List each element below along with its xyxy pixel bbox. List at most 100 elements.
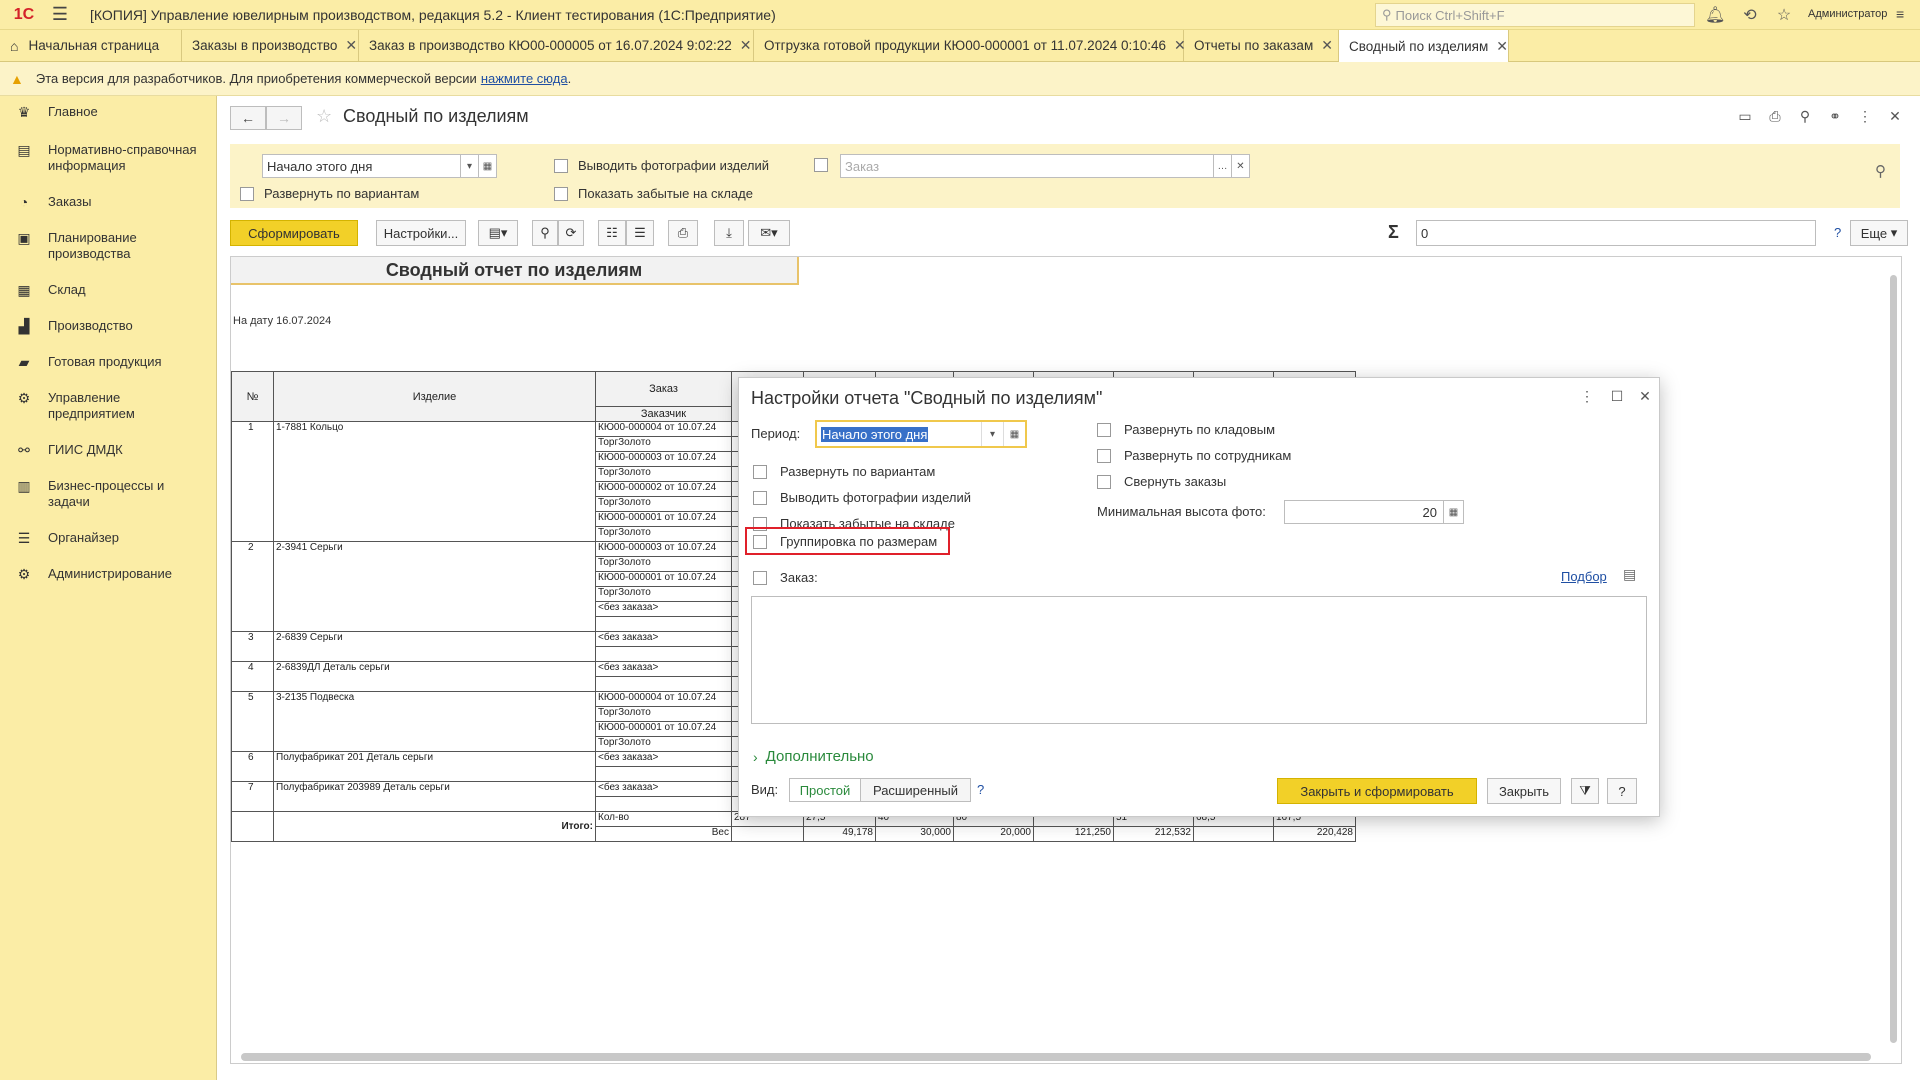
user-menu-icon[interactable]: ≡ — [1896, 6, 1904, 22]
vertical-scrollbar[interactable] — [1887, 257, 1901, 1063]
order-filter-field[interactable]: Заказ … ✕ — [840, 154, 1250, 178]
checkbox[interactable] — [753, 490, 767, 505]
download-icon[interactable]: ⤓ — [714, 220, 744, 246]
checkbox[interactable] — [753, 464, 767, 479]
email-menu-icon[interactable]: ✉▾ — [748, 220, 790, 246]
help-link[interactable]: ? — [1834, 225, 1841, 240]
sidebar-item-warehouse[interactable]: ▦ Склад — [0, 282, 217, 299]
checkbox[interactable] — [554, 186, 568, 201]
sidebar-item-finished[interactable]: ▰ Готовая продукция — [0, 354, 217, 371]
favorite-star-icon[interactable]: ☆ — [316, 106, 332, 127]
row-order-line[interactable]: ТоргЗолото — [595, 466, 732, 482]
row-order-line[interactable]: КЮ00-000003 от 10.07.24 — [595, 451, 732, 467]
collapse-groups-icon[interactable]: ☰ — [626, 220, 654, 246]
podbor-link[interactable]: Подбор — [1561, 569, 1607, 584]
close-icon[interactable]: ✕ — [740, 37, 752, 54]
select-button[interactable]: … — [1213, 155, 1231, 177]
row-order-line[interactable]: КЮ00-000003 от 10.07.24 — [595, 541, 732, 557]
sidebar-item-organizer[interactable]: ☰ Органайзер — [0, 530, 217, 547]
dlg-expand-employees-checkbox[interactable]: Развернуть по сотрудникам — [1097, 448, 1291, 463]
horizontal-scrollbar[interactable] — [241, 1053, 1871, 1061]
row-order-line[interactable]: ТоргЗолото — [595, 556, 732, 572]
expand-variants-checkbox[interactable]: Развернуть по вариантам — [240, 186, 419, 201]
row-order-line[interactable] — [595, 796, 732, 812]
calendar-icon[interactable]: ▦ — [1003, 422, 1025, 446]
checkbox[interactable] — [814, 158, 828, 172]
row-item[interactable]: Полуфабрикат 203989 Деталь серьги — [273, 781, 596, 812]
row-item[interactable]: 2-6839ДЛ Деталь серьги — [273, 661, 596, 692]
view-simple-button[interactable]: Простой — [789, 778, 861, 802]
dlg-order-checkbox[interactable]: Заказ: — [753, 570, 818, 585]
sidebar-item-planning[interactable]: ▣ Планирование производства — [0, 230, 217, 262]
row-order-line[interactable] — [595, 766, 732, 782]
row-item[interactable]: 3-2135 Подвеска — [273, 691, 596, 752]
favorites-star-icon[interactable]: ☆ — [1774, 5, 1794, 25]
forward-button[interactable]: → — [266, 106, 302, 130]
row-item[interactable]: 1-7881 Кольцо — [273, 421, 596, 542]
find-next-icon[interactable]: ⟳ — [558, 220, 584, 246]
variants-menu-icon[interactable]: ▤▾ — [478, 220, 518, 246]
close-icon[interactable]: ✕ — [345, 37, 357, 54]
sidebar-item-production[interactable]: ▟ Производство — [0, 318, 217, 335]
user-name[interactable]: Администратор — [1808, 8, 1887, 20]
row-order-line[interactable] — [595, 676, 732, 692]
close-icon[interactable]: ✕ — [1635, 388, 1655, 405]
order-list-area[interactable] — [751, 596, 1647, 724]
help-link[interactable]: ? — [977, 782, 984, 797]
main-menu-icon[interactable]: ☰ — [42, 4, 78, 25]
more-vertical-icon[interactable]: ⋮ — [1577, 388, 1597, 405]
row-item[interactable]: 2-6839 Серьги — [273, 631, 596, 662]
tab-order-doc[interactable]: Заказ в производство КЮ00-000005 от 16.0… — [359, 30, 754, 61]
view-extended-button[interactable]: Расширенный — [860, 778, 971, 802]
sum-field[interactable]: 0 — [1416, 220, 1816, 246]
row-order-line[interactable]: КЮ00-000004 от 10.07.24 — [595, 691, 732, 707]
close-icon[interactable]: ✕ — [1321, 37, 1333, 54]
back-button[interactable]: ← — [230, 106, 266, 130]
row-item[interactable]: 2-3941 Серьги — [273, 541, 596, 632]
global-search-input[interactable]: ⚲ Поиск Ctrl+Shift+F — [1375, 3, 1695, 27]
row-order-line[interactable]: ТоргЗолото — [595, 736, 732, 752]
checkbox[interactable] — [554, 158, 568, 173]
sidebar-item-bp[interactable]: ▥ Бизнес-процессы и задачи — [0, 478, 217, 510]
sidebar-item-nsi[interactable]: ▤ Нормативно-справочная информация — [0, 142, 217, 174]
tab-order-reports[interactable]: Отчеты по заказам ✕ — [1184, 30, 1339, 61]
preview-icon[interactable]: ⚲ — [1790, 108, 1820, 125]
row-order-line[interactable]: <без заказа> — [595, 781, 732, 797]
row-order-line[interactable]: КЮ00-000001 от 10.07.24 — [595, 571, 732, 587]
row-order-line[interactable]: ТоргЗолото — [595, 526, 732, 542]
row-order-line[interactable]: ТоргЗолото — [595, 706, 732, 722]
additional-section-toggle[interactable]: › Дополнительно — [753, 748, 874, 765]
checkbox[interactable] — [1097, 474, 1111, 489]
sidebar-item-management[interactable]: ⚙︎ Управление предприятием — [0, 390, 217, 422]
row-order-line[interactable]: ТоргЗолото — [595, 586, 732, 602]
tab-shipment-doc[interactable]: Отгрузка готовой продукции КЮ00-000001 о… — [754, 30, 1186, 61]
link-icon[interactable]: ⚭ — [1820, 108, 1850, 125]
row-order-line[interactable]: КЮ00-000004 от 10.07.24 — [595, 421, 732, 437]
paste-icon[interactable]: ▤ — [1623, 566, 1636, 583]
print-icon[interactable]: ⎙ — [668, 220, 698, 246]
calendar-icon[interactable]: ▦ — [478, 155, 496, 177]
tab-summary-by-items[interactable]: Сводный по изделиям ✕ — [1339, 30, 1509, 62]
row-item[interactable]: Полуфабрикат 201 Деталь серьги — [273, 751, 596, 782]
save-icon[interactable]: ▭ — [1730, 108, 1760, 125]
find-icon[interactable]: ⚲ — [532, 220, 558, 246]
row-order-line[interactable]: ТоргЗолото — [595, 436, 732, 452]
row-order-line[interactable]: <без заказа> — [595, 751, 732, 767]
close-and-generate-button[interactable]: Закрыть и сформировать — [1277, 778, 1477, 804]
print-icon[interactable]: ⎙ — [1760, 108, 1790, 125]
bell-icon[interactable]: 🔔︎ — [1705, 5, 1725, 25]
dlg-collapse-orders-checkbox[interactable]: Свернуть заказы — [1097, 474, 1226, 489]
min-photo-height-field[interactable]: 20 ▦ — [1284, 500, 1464, 524]
order-filter-checkbox[interactable] — [814, 158, 838, 172]
dlg-show-photos-checkbox[interactable]: Выводить фотографии изделий — [753, 490, 971, 505]
close-icon[interactable]: ✕ — [1880, 108, 1910, 125]
pin-icon[interactable]: ⚲ — [1875, 162, 1886, 180]
tab-home[interactable]: ⌂ Начальная страница — [0, 30, 182, 61]
tab-orders-production[interactable]: Заказы в производство ✕ — [182, 30, 359, 61]
checkbox[interactable] — [753, 570, 767, 585]
more-button[interactable]: Еще ▾ — [1850, 220, 1908, 246]
dropdown-icon[interactable]: ▾ — [460, 155, 478, 177]
row-order-line[interactable]: ТоргЗолото — [595, 496, 732, 512]
row-order-line[interactable]: <без заказа> — [595, 601, 732, 617]
dialog-period-field[interactable]: Начало этого дня ▾ ▦ — [815, 420, 1027, 448]
